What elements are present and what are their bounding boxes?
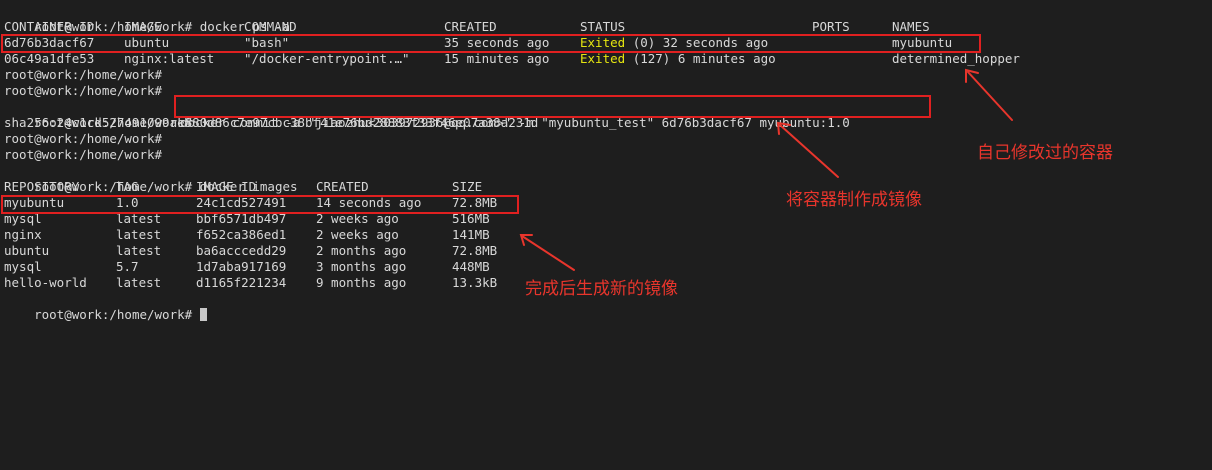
annotation-arrows xyxy=(519,68,1013,271)
annotation-modified-container: 自己修改过的容器 xyxy=(977,143,1113,163)
terminal-window[interactable]: root@work:/home/work# docker ps -a CONTA… xyxy=(0,0,1212,470)
annotation-new-image: 完成后生成新的镜像 xyxy=(525,279,678,299)
annotation-commit-to-image: 将容器制作成镜像 xyxy=(786,190,922,210)
